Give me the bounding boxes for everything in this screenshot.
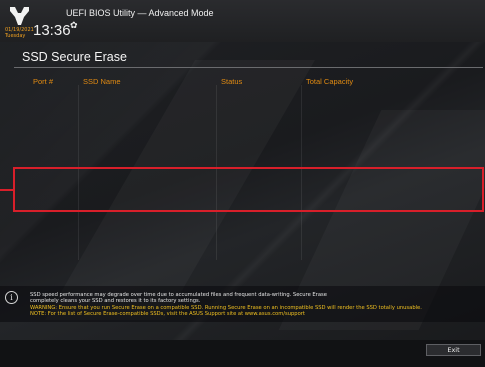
app-title: UEFI BIOS Utility — Advanced Mode: [66, 8, 214, 18]
table-row[interactable]: [13, 167, 484, 212]
gear-icon[interactable]: ✿: [70, 21, 78, 31]
info-icon: i: [5, 291, 18, 304]
column-header-total-capacity: Total Capacity: [306, 77, 354, 86]
date-display: 01/19/2021 Tuesday: [5, 27, 34, 39]
title-divider: [14, 67, 483, 68]
exit-button[interactable]: Exit: [426, 344, 481, 356]
tuf-logo-icon: [10, 7, 29, 25]
note-text-line: NOTE: For the list of Secure Erase-compa…: [30, 311, 305, 317]
column-header-ssd-name: SSD Name: [83, 77, 121, 86]
top-bar: UEFI BIOS Utility — Advanced Mode 01/19/…: [0, 0, 485, 42]
page-title: SSD Secure Erase: [22, 50, 127, 64]
highlight-pointer: [0, 189, 13, 191]
column-header-port: Port #: [33, 77, 54, 86]
column-header-status: Status: [221, 77, 243, 86]
bottom-bar: [0, 340, 485, 367]
info-text-line: completely cleans your SSD and restores …: [30, 298, 201, 304]
clock: 13:36: [33, 22, 71, 39]
day-text: Tuesday: [5, 33, 26, 39]
